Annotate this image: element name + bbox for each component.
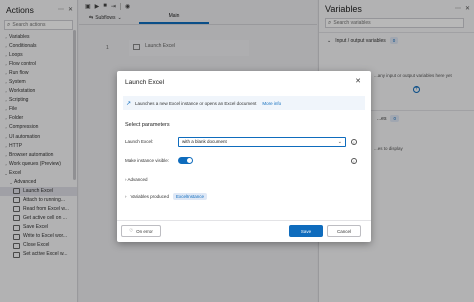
launch-excel-value: with a blank document xyxy=(182,139,227,144)
launch-excel-label: Launch Excel: xyxy=(125,139,154,144)
launch-excel-dialog: Launch Excel ✕ ↗ Launches a new Excel in… xyxy=(117,71,371,242)
save-button[interactable]: Save xyxy=(289,225,323,237)
chevron-right-icon: › xyxy=(125,194,127,199)
section-title: Select parameters xyxy=(125,122,170,128)
launch-excel-select[interactable]: with a blank document ⌄ xyxy=(178,137,346,147)
chevron-down-icon: ⌄ xyxy=(337,139,342,145)
advanced-label: Advanced xyxy=(127,177,148,182)
on-error-button[interactable]: ♡ On error xyxy=(121,225,161,237)
dialog-title: Launch Excel xyxy=(125,79,165,86)
variables-produced-expander[interactable]: › Variables produced ExcelInstance xyxy=(125,193,207,200)
info-bar: ↗ Launches a new Excel instance or opens… xyxy=(123,96,365,110)
chevron-right-icon: › xyxy=(125,177,127,182)
dialog-divider xyxy=(117,220,371,221)
more-info-link[interactable]: More info xyxy=(262,101,281,106)
instance-visible-toggle[interactable] xyxy=(178,157,193,164)
excel-instance-variable[interactable]: ExcelInstance xyxy=(172,193,207,200)
help-icon[interactable]: i xyxy=(351,139,357,145)
info-text: Launches a new Excel instance or opens a… xyxy=(135,100,257,106)
close-icon[interactable]: ✕ xyxy=(355,77,361,85)
cancel-button[interactable]: Cancel xyxy=(327,225,361,237)
toggle-knob xyxy=(187,158,192,163)
instance-visible-label: Make instance visible: xyxy=(125,158,170,163)
variables-produced-label: Variables produced xyxy=(130,194,169,199)
action-info-icon: ↗ xyxy=(126,100,132,107)
advanced-expander[interactable]: › Advanced xyxy=(125,177,148,182)
shield-icon: ♡ xyxy=(129,228,134,233)
help-icon[interactable]: i xyxy=(351,158,357,164)
on-error-label: On error xyxy=(136,228,153,234)
